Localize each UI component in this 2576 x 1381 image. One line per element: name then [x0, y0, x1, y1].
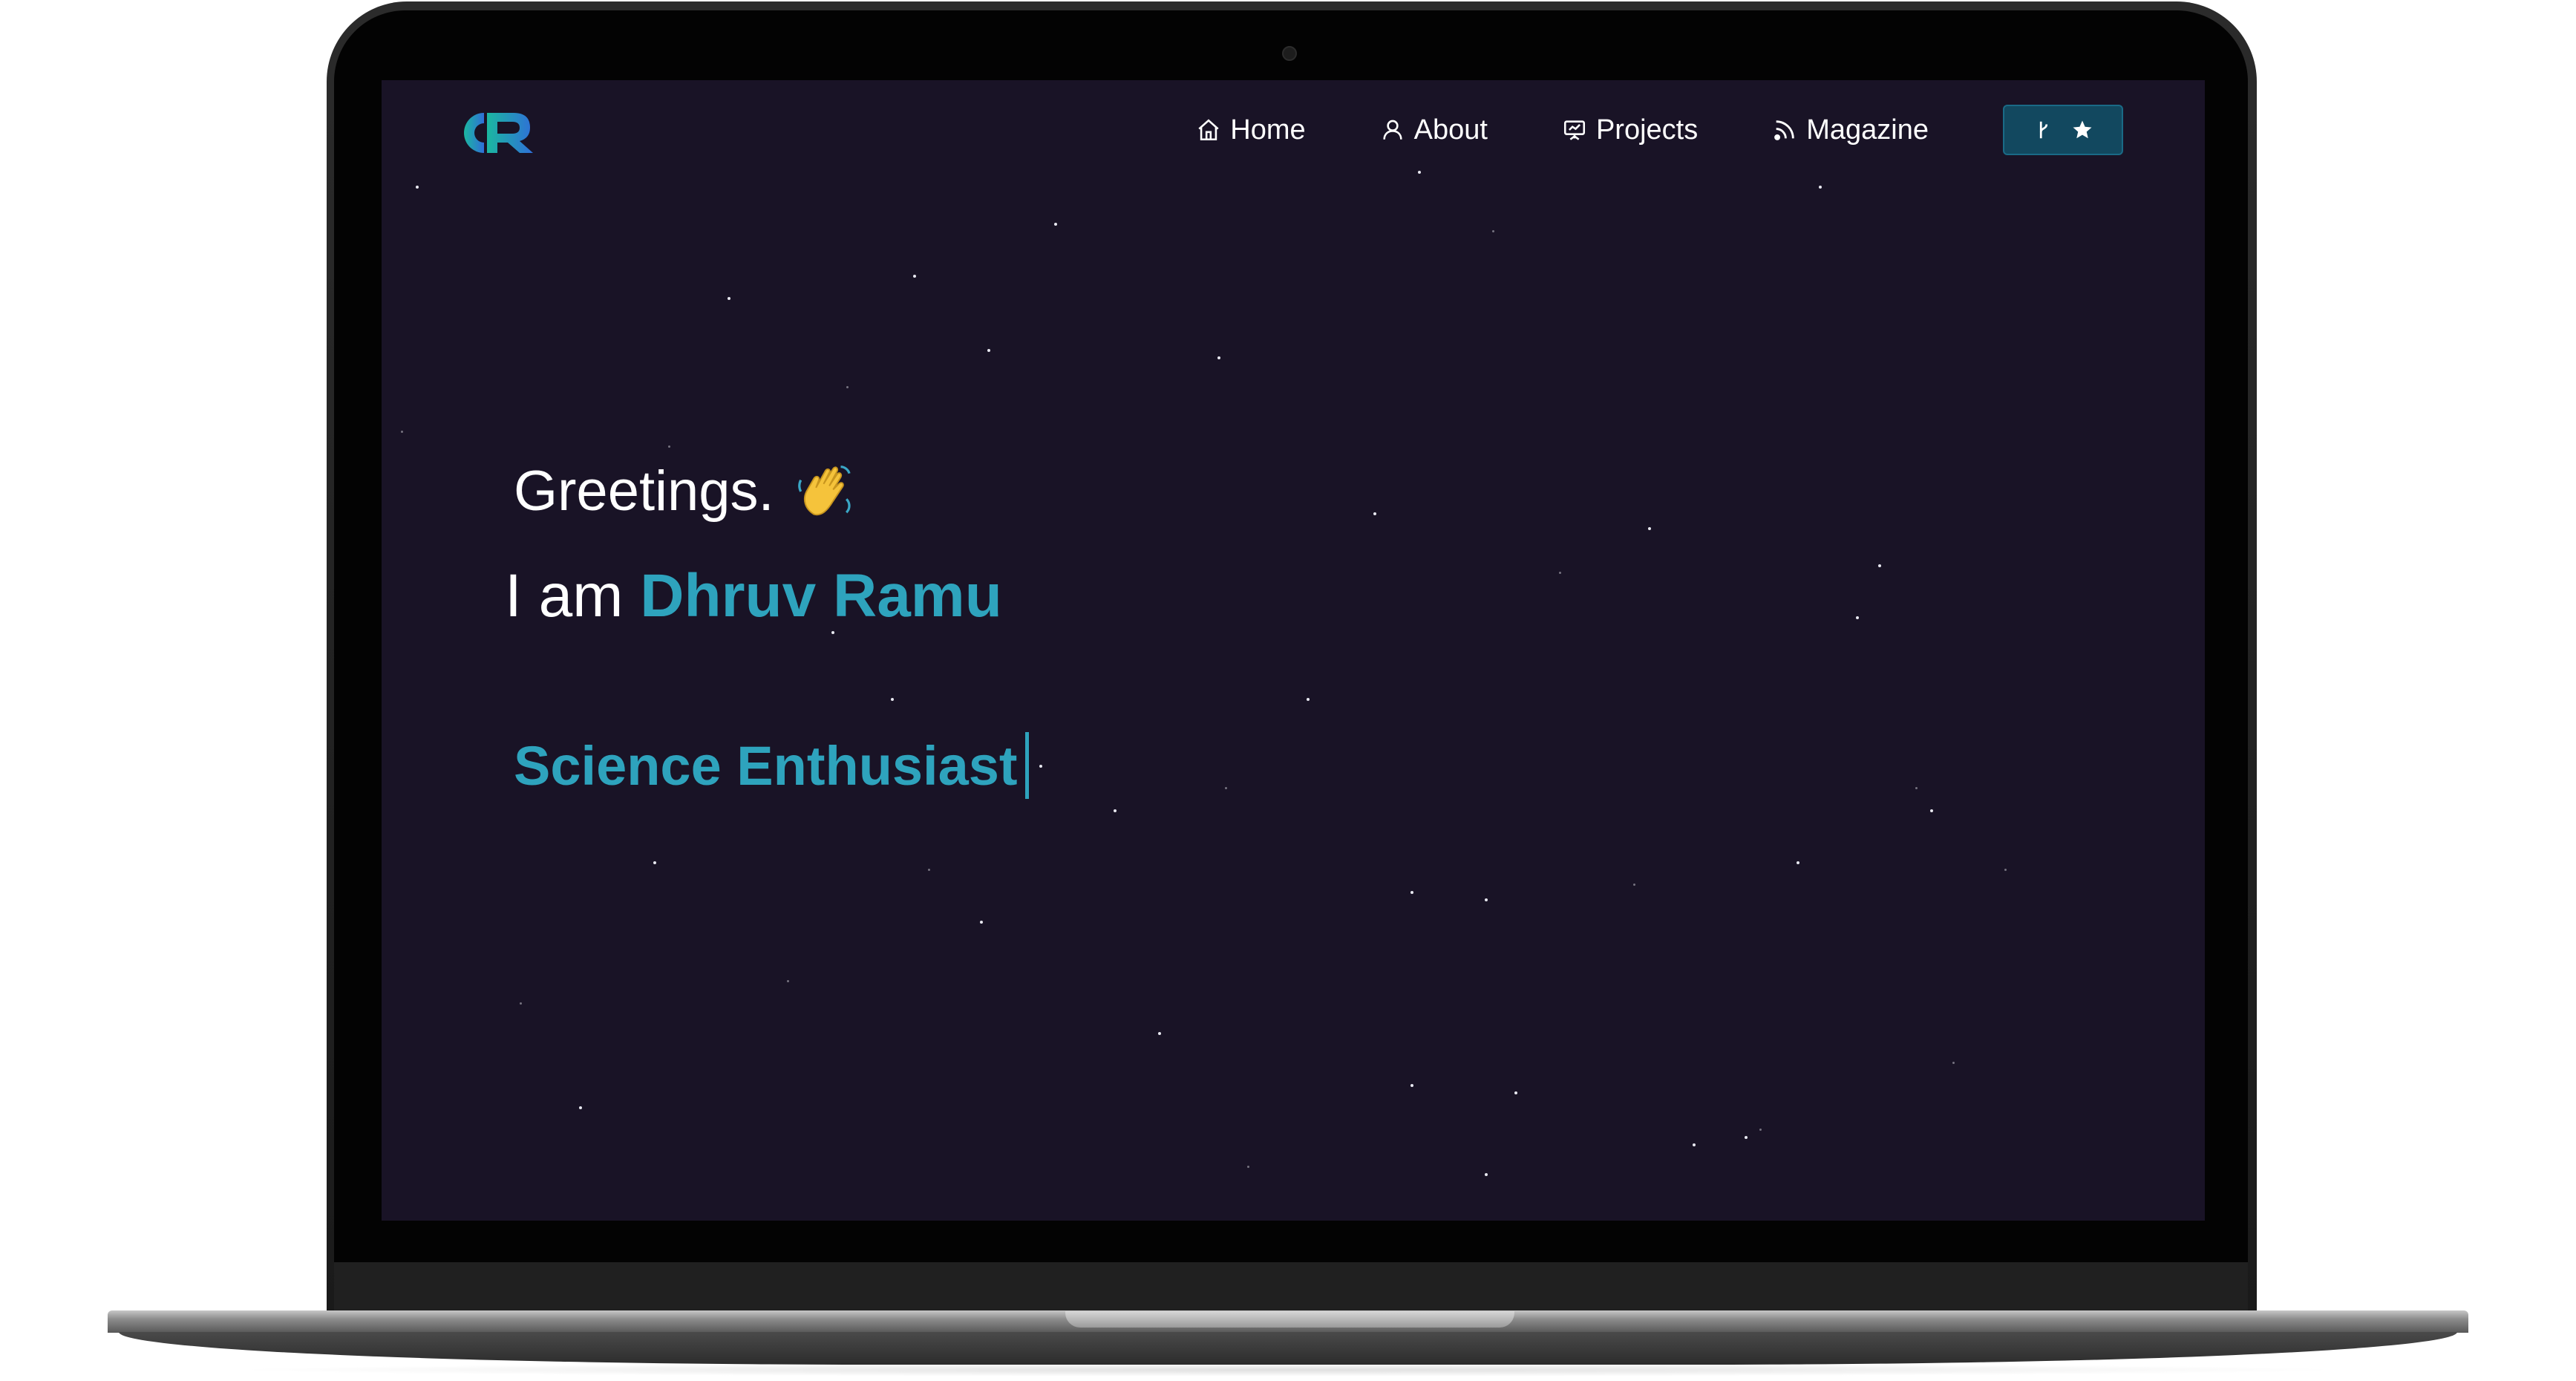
star [1410, 1084, 1413, 1087]
star [913, 275, 916, 278]
star [1492, 230, 1494, 232]
star [1217, 356, 1220, 359]
star [1797, 861, 1799, 864]
nav-about-label: About [1413, 114, 1488, 146]
rss-icon [1774, 120, 1794, 140]
star [831, 631, 834, 634]
nav-magazine-label: Magazine [1806, 114, 1929, 146]
main-nav: Home About Projects Magazine [1196, 105, 2123, 155]
nav-magazine[interactable]: Magazine [1772, 114, 1929, 146]
laptop-base-bottom [119, 1332, 2457, 1365]
greeting-text: Greetings. [514, 460, 774, 523]
home-icon [1198, 119, 1219, 141]
laptop-chin [334, 1262, 2248, 1314]
star [1247, 1166, 1249, 1168]
intro-heading: I am Dhruv Ramu [505, 561, 1002, 631]
star [668, 445, 670, 448]
star [846, 386, 849, 388]
star [1418, 171, 1421, 174]
star [2004, 869, 2007, 871]
star [401, 431, 403, 433]
star [1410, 891, 1413, 894]
star [1915, 787, 1918, 789]
star [1307, 698, 1310, 701]
star [1693, 1143, 1696, 1146]
nav-projects-label: Projects [1595, 114, 1699, 146]
camera-icon [1282, 46, 1297, 61]
intro-prefix: I am [505, 562, 624, 630]
logo-icon [464, 113, 533, 153]
typewriter-cursor [1024, 732, 1029, 799]
presentation-icon [1563, 120, 1585, 140]
star [416, 186, 419, 189]
star [1039, 765, 1042, 768]
laptop-shadow [223, 1363, 2353, 1377]
laptop-mockup: Home About Projects Magazine Greetings. … [0, 0, 2576, 1381]
star [1225, 787, 1227, 789]
git-fork-icon [2039, 121, 2048, 139]
nav-home[interactable]: Home [1196, 114, 1306, 146]
typewriter-line: Science Enthusiast [514, 732, 1029, 799]
star [1856, 616, 1859, 619]
star [1648, 527, 1651, 530]
star-icon [2073, 120, 2092, 139]
star [928, 869, 930, 871]
star [1485, 1173, 1488, 1176]
typewriter-text: Science Enthusiast [514, 734, 1018, 797]
star [1819, 186, 1822, 189]
intro-name: Dhruv Ramu [640, 562, 1002, 630]
waving-hand-icon [797, 465, 851, 515]
star [1559, 572, 1561, 574]
star [1054, 223, 1057, 226]
site-logo[interactable] [456, 108, 537, 157]
star [1633, 884, 1635, 886]
github-star-fork-button[interactable] [2003, 105, 2123, 155]
star [1114, 809, 1117, 812]
star [1514, 1091, 1517, 1094]
star [787, 980, 789, 982]
star [1759, 1129, 1762, 1131]
laptop-notch [1065, 1311, 1514, 1328]
star [891, 698, 894, 701]
star [1158, 1032, 1161, 1035]
greeting-line: Greetings. [514, 459, 856, 523]
star [1878, 564, 1881, 567]
star [520, 1002, 522, 1005]
star [728, 297, 730, 300]
star [1930, 809, 1933, 812]
nav-projects[interactable]: Projects [1562, 114, 1698, 146]
website-screen: Home About Projects Magazine Greetings. … [382, 80, 2205, 1221]
star [1745, 1136, 1748, 1139]
star [987, 349, 990, 352]
user-icon [1383, 120, 1402, 140]
star [1373, 512, 1376, 515]
star [1485, 898, 1488, 901]
star [980, 921, 983, 924]
star [579, 1106, 582, 1109]
star [1952, 1062, 1955, 1064]
nav-home-label: Home [1230, 114, 1306, 146]
nav-about[interactable]: About [1380, 114, 1488, 146]
star [653, 861, 656, 864]
